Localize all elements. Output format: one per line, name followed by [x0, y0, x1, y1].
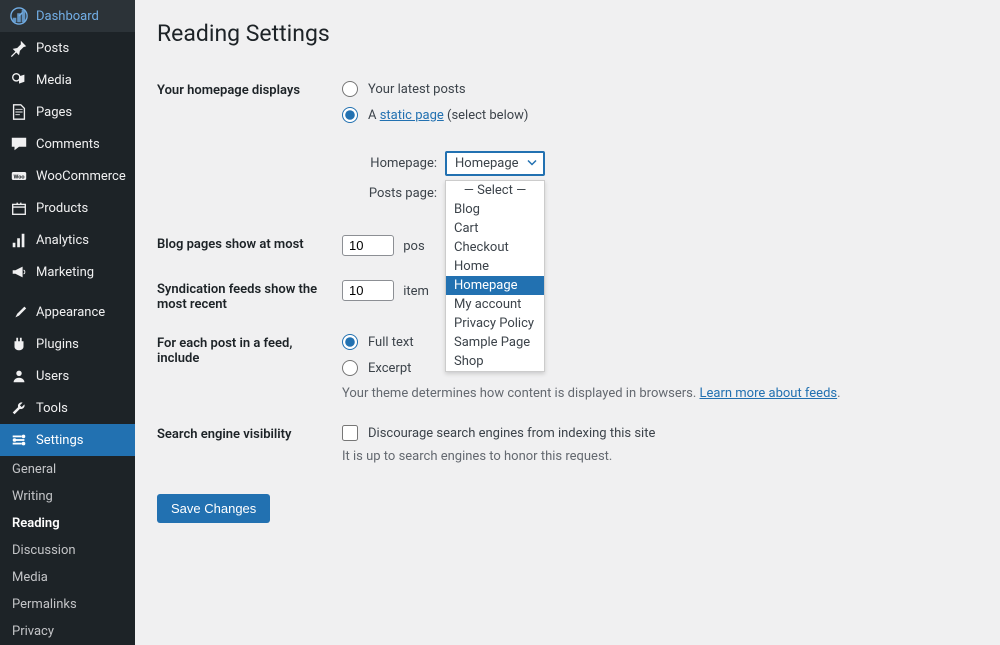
homepage-select[interactable]: Homepage	[445, 151, 545, 176]
dropdown-option[interactable]: Homepage	[446, 276, 544, 295]
sidebar-item-label: Analytics	[36, 233, 89, 248]
submenu-reading[interactable]: Reading	[0, 510, 135, 537]
sidebar-item-appearance[interactable]: Appearance	[0, 296, 135, 328]
learn-more-feeds-link[interactable]: Learn more about feeds	[700, 386, 838, 401]
static-page-link[interactable]: static page	[380, 108, 444, 123]
sidebar-item-label: Marketing	[36, 265, 94, 280]
sidebar-item-media[interactable]: Media	[0, 64, 135, 96]
dashboard-icon	[10, 7, 28, 25]
svg-text:Woo: Woo	[13, 174, 24, 180]
homepage-displays-label: Your homepage displays	[157, 71, 342, 225]
submenu-permalinks[interactable]: Permalinks	[0, 591, 135, 618]
sidebar-item-dashboard[interactable]: Dashboard	[0, 0, 135, 32]
sidebar-item-label: Dashboard	[36, 9, 99, 24]
settings-icon	[10, 431, 28, 449]
tools-icon	[10, 399, 28, 417]
main-content: Reading Settings Your homepage displays …	[135, 0, 1000, 616]
products-icon	[10, 199, 28, 217]
sidebar-item-label: Pages	[36, 105, 72, 120]
radio-static-page-label: A static page (select below)	[368, 108, 528, 123]
radio-static-page[interactable]	[342, 107, 358, 123]
syndication-suffix: item	[403, 284, 429, 299]
appearance-icon	[10, 303, 28, 321]
submenu-writing[interactable]: Writing	[0, 483, 135, 510]
blog-pages-input[interactable]	[342, 235, 394, 256]
woo-icon: Woo	[10, 167, 28, 185]
dropdown-option[interactable]: My account	[446, 295, 544, 314]
search-visibility-label: Search engine visibility	[157, 415, 342, 478]
analytics-icon	[10, 231, 28, 249]
submenu-discussion[interactable]: Discussion	[0, 537, 135, 564]
sidebar-item-users[interactable]: Users	[0, 360, 135, 392]
submenu-media[interactable]: Media	[0, 564, 135, 591]
sidebar-item-label: Appearance	[36, 305, 105, 320]
sidebar-item-label: Plugins	[36, 337, 79, 352]
search-visibility-checkbox[interactable]	[342, 425, 358, 441]
sidebar-item-label: Tools	[36, 401, 68, 416]
dropdown-option[interactable]: Privacy Policy	[446, 314, 544, 333]
blog-pages-label: Blog pages show at most	[157, 225, 342, 270]
radio-full-text-label: Full text	[368, 335, 414, 350]
chevron-down-icon	[527, 156, 537, 171]
sidebar-item-plugins[interactable]: Plugins	[0, 328, 135, 360]
sidebar-item-label: Comments	[36, 137, 100, 152]
sidebar-item-label: WooCommerce	[36, 169, 126, 184]
dropdown-option[interactable]: Home	[446, 257, 544, 276]
sidebar-item-analytics[interactable]: Analytics	[0, 224, 135, 256]
radio-excerpt-label: Excerpt	[368, 361, 411, 376]
sidebar-item-label: Users	[36, 369, 69, 384]
sidebar-item-label: Posts	[36, 41, 69, 56]
submenu-general[interactable]: General	[0, 456, 135, 483]
radio-excerpt[interactable]	[342, 360, 358, 376]
homepage-select-label: Homepage:	[342, 156, 437, 171]
syndication-input[interactable]	[342, 280, 394, 301]
radio-latest-posts[interactable]	[342, 81, 358, 97]
pin-icon	[10, 39, 28, 57]
sidebar-item-settings[interactable]: Settings	[0, 424, 135, 456]
sidebar-item-label: Settings	[36, 433, 83, 448]
marketing-icon	[10, 263, 28, 281]
sidebar-item-label: Media	[36, 73, 72, 88]
homepage-dropdown: — Select — Blog Cart Checkout Home Homep…	[445, 180, 545, 372]
save-changes-button[interactable]: Save Changes	[157, 494, 270, 523]
sidebar-item-woocommerce[interactable]: Woo WooCommerce	[0, 160, 135, 192]
pages-icon	[10, 103, 28, 121]
sidebar-item-pages[interactable]: Pages	[0, 96, 135, 128]
syndication-label: Syndication feeds show the most recent	[157, 270, 342, 324]
plugins-icon	[10, 335, 28, 353]
sidebar-item-posts[interactable]: Posts	[0, 32, 135, 64]
media-icon	[10, 71, 28, 89]
search-visibility-description: It is up to search engines to honor this…	[342, 449, 968, 464]
radio-full-text[interactable]	[342, 334, 358, 350]
sidebar-item-tools[interactable]: Tools	[0, 392, 135, 424]
dropdown-option[interactable]: Blog	[446, 200, 544, 219]
dropdown-option[interactable]: Sample Page	[446, 333, 544, 352]
admin-sidebar: Dashboard Posts Media Pages Comments Woo…	[0, 0, 135, 616]
submenu-privacy[interactable]: Privacy	[0, 618, 135, 645]
dropdown-option[interactable]: — Select —	[446, 181, 544, 200]
feed-description: Your theme determines how content is dis…	[342, 386, 968, 401]
comments-icon	[10, 135, 28, 153]
search-visibility-checkbox-label: Discourage search engines from indexing …	[368, 426, 655, 441]
users-icon	[10, 367, 28, 385]
blog-pages-suffix: pos	[403, 239, 424, 254]
sidebar-item-label: Products	[36, 201, 88, 216]
sidebar-item-marketing[interactable]: Marketing	[0, 256, 135, 288]
dropdown-option[interactable]: Cart	[446, 219, 544, 238]
page-title: Reading Settings	[157, 20, 978, 47]
each-post-label: For each post in a feed, include	[157, 324, 342, 415]
postspage-select-label: Posts page:	[342, 186, 437, 201]
dropdown-option[interactable]: Shop	[446, 352, 544, 371]
dropdown-option[interactable]: Checkout	[446, 238, 544, 257]
sidebar-item-products[interactable]: Products	[0, 192, 135, 224]
sidebar-item-comments[interactable]: Comments	[0, 128, 135, 160]
radio-latest-posts-label: Your latest posts	[368, 82, 466, 97]
